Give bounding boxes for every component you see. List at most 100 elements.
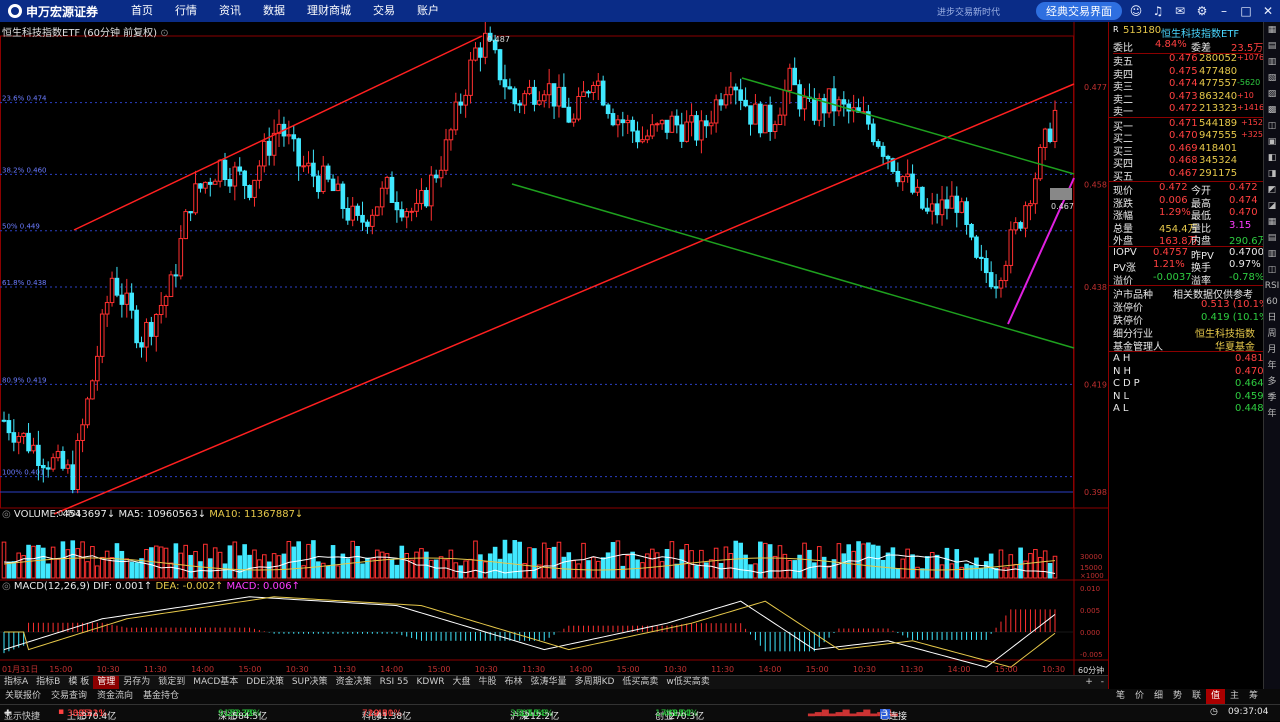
toolbar-icon[interactable]: ▦ <box>1264 22 1280 38</box>
indicator-tab[interactable]: 另存为 <box>119 676 154 689</box>
volume-bar <box>222 563 228 579</box>
gear-icon[interactable]: ⚙ <box>1194 3 1210 19</box>
indicator-tab[interactable]: 指标B <box>32 676 64 689</box>
maximize-icon[interactable]: □ <box>1238 3 1254 19</box>
indicator-tab[interactable]: w低买高卖 <box>662 676 713 689</box>
volume-bar <box>885 552 891 579</box>
volume-bar <box>468 558 473 579</box>
view-button[interactable]: 笔 <box>1111 689 1130 704</box>
period-button[interactable]: 日 <box>1264 310 1280 326</box>
volume-bar <box>252 549 257 579</box>
indicator-tab[interactable]: 弦涛华量 <box>527 676 571 689</box>
toolbar-icon[interactable]: ▤ <box>1264 38 1280 54</box>
view-button[interactable]: 主 <box>1225 689 1244 704</box>
view-button[interactable]: 值 <box>1206 689 1225 704</box>
panel-tab[interactable]: 基金持仓 <box>138 689 184 704</box>
nav-trade[interactable]: 交易 <box>362 0 406 22</box>
period-button[interactable]: 多 <box>1264 374 1280 390</box>
cy-index[interactable]: 创业 1748.91 -4.25 -0.24% 270.3亿 <box>655 707 704 722</box>
toolbar-icon[interactable]: ◩ <box>1264 182 1280 198</box>
headset-icon[interactable]: ♫ <box>1150 3 1166 19</box>
toolbar-icon[interactable]: ▩ <box>1264 102 1280 118</box>
toolbar-icon[interactable]: ▥ <box>1264 54 1280 70</box>
candle-body <box>419 190 424 204</box>
volume-bar <box>80 541 85 579</box>
toolbar-icon[interactable]: ◪ <box>1264 198 1280 214</box>
chart-svg[interactable]: 23.6% 0.474 38.2% 0.460 50% 0.449 61.8% 0.4… <box>0 19 1108 675</box>
indicator-tab[interactable]: 管理 <box>93 676 120 689</box>
indicator-tab[interactable]: 模 板 <box>64 676 93 689</box>
period-button[interactable]: 年 <box>1264 358 1280 374</box>
nav-news[interactable]: 资讯 <box>208 0 252 22</box>
toolbar-icon[interactable]: ◫ <box>1264 118 1280 134</box>
view-button[interactable]: 筹 <box>1244 689 1263 704</box>
indicator-tab[interactable]: KDWR <box>413 676 449 689</box>
period-button[interactable]: 年 <box>1264 406 1280 422</box>
indicator-tab[interactable]: 低买高卖 <box>618 676 662 689</box>
nav-wealth-mall[interactable]: 理财商城 <box>296 0 362 22</box>
close-icon[interactable]: ✕ <box>1260 3 1276 19</box>
volume-bar <box>85 561 90 579</box>
volume-bar <box>772 555 778 579</box>
chart-area[interactable]: 23.6% 0.474 38.2% 0.460 50% 0.449 61.8% 0.4… <box>0 19 1108 675</box>
sz-index[interactable]: 深证 9153.79 -29.35 -0.32% 584.5亿 <box>218 707 267 722</box>
toolbar-icon[interactable]: ▣ <box>1264 134 1280 150</box>
nav-account[interactable]: 账户 <box>406 0 450 22</box>
indicator-tab[interactable]: RSI 55 <box>376 676 413 689</box>
toolbar-icon[interactable]: ◧ <box>1264 150 1280 166</box>
panel-tab[interactable]: 关联报价 <box>0 689 46 704</box>
period-button[interactable]: 60 <box>1264 294 1280 310</box>
view-button[interactable]: 细 <box>1149 689 1168 704</box>
panel-tab[interactable]: 交易查询 <box>46 689 92 704</box>
sh-index[interactable]: ▪ 上证 3025.21 3.23 0.11% 370.4亿 <box>58 707 116 722</box>
indicator-tab[interactable]: 布林 <box>501 676 527 689</box>
indicator-tab[interactable]: DDE决策 <box>242 676 288 689</box>
mail-icon[interactable]: ✉ <box>1172 3 1188 19</box>
indicator-tab[interactable]: 牛股 <box>475 676 501 689</box>
period-button[interactable]: 周 <box>1264 326 1280 342</box>
candle-body <box>998 280 1004 289</box>
nav-data[interactable]: 数据 <box>252 0 296 22</box>
pivot-level-row: NH 0.470 <box>1113 365 1264 377</box>
volume-bar <box>856 541 861 579</box>
indicator-tab[interactable]: 多周期KD <box>571 676 619 689</box>
panel-tab[interactable]: 资金流向 <box>92 689 138 704</box>
volume-bar <box>237 555 243 579</box>
view-button[interactable]: 价 <box>1130 689 1149 704</box>
minimize-icon[interactable]: – <box>1216 3 1232 19</box>
toolbar-icon[interactable]: ◨ <box>1264 166 1280 182</box>
toolbar-icon[interactable]: ▥ <box>1264 246 1280 262</box>
indicator-tab[interactable]: 指标A <box>0 676 32 689</box>
indicator-tab[interactable]: 锁定到 <box>154 676 189 689</box>
zoom-out-icon[interactable]: - <box>1097 676 1108 689</box>
toolbar-icon[interactable]: ▨ <box>1264 86 1280 102</box>
app-logo[interactable]: 申万宏源证券 <box>8 3 98 19</box>
hs-index[interactable]: 沪深 3504.68 -1.55 -0.04% 212.2亿 <box>510 707 559 722</box>
period-button[interactable]: 季 <box>1264 390 1280 406</box>
toolbar-icon[interactable]: ▤ <box>1264 230 1280 246</box>
nav-home[interactable]: 首页 <box>120 0 164 22</box>
time-axis-label: 01月31日 <box>2 665 38 674</box>
view-button[interactable]: 联 <box>1187 689 1206 704</box>
toolbar-icon[interactable]: ▦ <box>1264 214 1280 230</box>
candle-body <box>595 80 601 86</box>
toolbar-icon[interactable]: ◫ <box>1264 262 1280 278</box>
toolbar-icon[interactable]: ▧ <box>1264 70 1280 86</box>
candle-body <box>610 113 616 126</box>
period-button[interactable]: RSI <box>1264 278 1280 294</box>
classic-trade-button[interactable]: 经典交易界面 <box>1036 2 1122 20</box>
nav-quotes[interactable]: 行情 <box>164 0 208 22</box>
kc-index[interactable]: 科创 729.31 1.46 0.20% 41.38亿 <box>362 707 411 722</box>
candle-body <box>762 104 768 134</box>
indicator-tab[interactable]: 大盘 <box>449 676 475 689</box>
volume-bar <box>694 565 699 579</box>
indicator-tab[interactable]: 资金决策 <box>332 676 376 689</box>
user-icon[interactable]: ☺ <box>1128 3 1144 19</box>
indicator-tab[interactable]: SUP决策 <box>288 676 332 689</box>
view-button[interactable]: 势 <box>1168 689 1187 704</box>
indicator-tab[interactable]: MACD基本 <box>189 676 242 689</box>
period-button[interactable]: 月 <box>1264 342 1280 358</box>
volume-bar <box>512 540 518 579</box>
zoom-in-icon[interactable]: + <box>1081 676 1097 689</box>
top-right-tools: 进步交易新时代 经典交易界面 ☺ ♫ ✉ ⚙ – □ ✕ <box>937 0 1276 22</box>
